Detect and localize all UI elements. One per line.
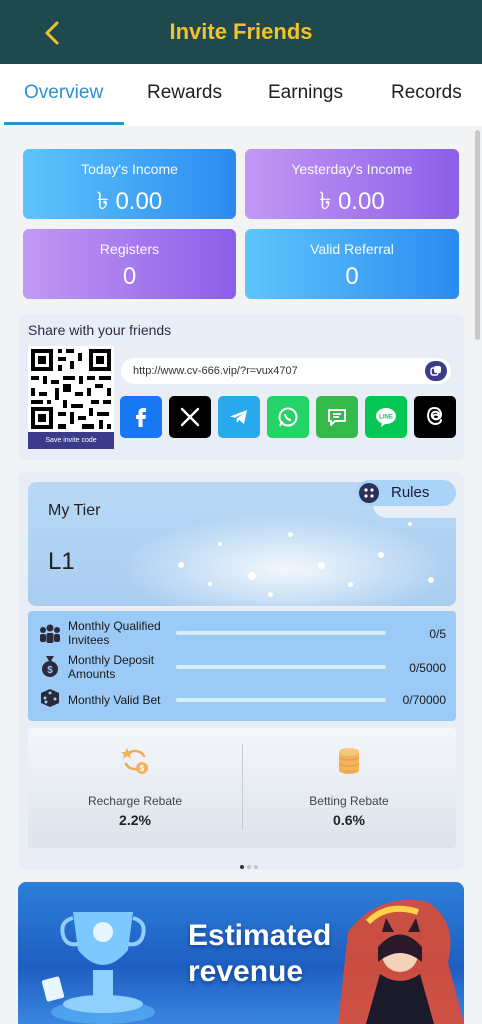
tab-earnings[interactable]: Earnings (268, 82, 343, 104)
share-title: Share with your friends (28, 322, 172, 338)
requirement-value: 0/70000 (402, 693, 446, 707)
sparkle (248, 572, 256, 580)
x-icon (180, 407, 200, 427)
share-panel: Share with your friends Save invite code… (18, 314, 464, 460)
sparkle (408, 522, 412, 526)
sparkle (218, 542, 222, 546)
threads-icon (427, 407, 443, 426)
share-facebook-button[interactable] (120, 396, 162, 438)
rules-button[interactable]: Rules (356, 480, 456, 506)
requirement-value: 0/5 (429, 627, 446, 641)
requirement-label: Monthly Valid Bet (68, 693, 161, 707)
requirement-row: Monthly Valid Bet 0/70000 (28, 685, 456, 717)
copy-link-button[interactable] (425, 361, 447, 381)
tab-bar: Overview Rewards Earnings Records (0, 64, 482, 126)
requirement-progress-bar (176, 665, 386, 669)
sparkle (288, 532, 293, 537)
telegram-icon (230, 410, 247, 424)
rules-icon (359, 483, 379, 503)
tier-title: My Tier (48, 502, 101, 519)
valid-referral-card: Valid Referral 0 (245, 229, 459, 299)
promo-line-1: Estimated (188, 919, 332, 952)
yesterday-income-card: Yesterday's Income ৳ 0.00 (245, 149, 459, 219)
registers-card: Registers 0 (23, 229, 236, 299)
today-income-card: Today's Income ৳ 0.00 (23, 149, 236, 219)
requirement-row: Monthly Qualified Invitees 0/5 (28, 617, 456, 649)
qr-code-image (28, 346, 114, 432)
pager-dot[interactable] (254, 865, 258, 869)
active-tab-indicator (4, 122, 124, 125)
betting-rebate-label: Betting Rebate (309, 794, 389, 808)
betting-rebate-value: 0.6% (333, 812, 365, 828)
pager-dot-active[interactable] (240, 865, 244, 869)
promo-line-2: revenue (188, 955, 304, 988)
page-title: Invite Friends (169, 19, 313, 44)
facebook-icon (136, 408, 146, 427)
scrollbar[interactable] (475, 130, 480, 340)
sparkle (318, 562, 325, 569)
carousel-pager (240, 856, 261, 874)
sparkle (178, 562, 184, 568)
money-bag-icon: $ (42, 656, 58, 677)
betting-rebate: Betting Rebate 0.6% (242, 728, 456, 848)
sms-icon (328, 409, 346, 426)
recharge-rebate-value: 2.2% (119, 812, 151, 828)
line-icon: LINE (376, 408, 396, 427)
share-sms-button[interactable] (316, 396, 358, 438)
requirement-label: Monthly Deposit Amounts (68, 653, 155, 681)
invite-link-field[interactable]: http://www.cv-666.vip/?r=vux4707 (121, 358, 451, 384)
today-income-value: ৳ 0.00 (96, 188, 163, 215)
invite-link-text: http://www.cv-666.vip/?r=vux4707 (133, 365, 298, 377)
yesterday-income-label: Yesterday's Income (291, 161, 413, 177)
requirement-progress-bar (176, 631, 386, 635)
qr-code[interactable] (28, 346, 114, 432)
tier-panel: My Tier L1 Rules Monthly Qualified Invit… (18, 472, 464, 870)
dice-icon (41, 689, 59, 707)
trophy-illustration (41, 912, 155, 1024)
share-line-button[interactable]: LINE (365, 396, 407, 438)
copy-icon (430, 366, 441, 376)
whatsapp-icon (278, 407, 298, 427)
yesterday-income-value: ৳ 0.00 (319, 188, 385, 215)
requirement-progress-bar (176, 698, 386, 702)
valid-referral-label: Valid Referral (310, 241, 394, 257)
estimated-revenue-banner[interactable]: Estimated revenue (18, 882, 464, 1024)
requirement-label: Monthly Qualified Invitees (68, 619, 161, 647)
promo-headline: Estimated revenue (188, 918, 331, 990)
tab-records[interactable]: Records (391, 82, 462, 104)
recharge-rebate-label: Recharge Rebate (87, 794, 183, 808)
sparkle (208, 582, 212, 586)
share-telegram-button[interactable] (218, 396, 260, 438)
share-whatsapp-button[interactable] (267, 396, 309, 438)
requirement-value: 0/5000 (409, 661, 446, 675)
save-invite-code-button[interactable]: Save invite code (28, 432, 114, 449)
coin-stack-icon (338, 748, 360, 774)
registers-label: Registers (99, 241, 160, 257)
tier-requirements: Monthly Qualified Invitees 0/5 $ Monthly… (28, 611, 456, 721)
rebate-box: $ Recharge Rebate 2.2% Betting Rebate 0.… (28, 728, 456, 848)
users-icon (40, 624, 60, 643)
tab-overview[interactable]: Overview (24, 82, 103, 104)
pager-dot[interactable] (247, 865, 251, 869)
rules-label: Rules (391, 484, 430, 501)
valid-referral-value: 0 (345, 263, 359, 290)
tier-level: L1 (48, 548, 75, 575)
share-x-button[interactable] (169, 396, 211, 438)
recharge-icon: $ (121, 748, 148, 774)
svg-text:LINE: LINE (379, 415, 393, 421)
sparkle (268, 592, 273, 597)
sparkle (378, 552, 384, 558)
svg-text:$: $ (140, 764, 145, 773)
svg-text:$: $ (47, 665, 53, 676)
app-header: Invite Friends (0, 0, 482, 64)
today-income-label: Today's Income (81, 161, 178, 177)
tab-rewards[interactable]: Rewards (147, 82, 222, 104)
sparkle (428, 577, 434, 583)
character-illustration (338, 900, 464, 1024)
recharge-rebate: $ Recharge Rebate 2.2% (28, 728, 242, 848)
requirement-row: $ Monthly Deposit Amounts 0/5000 (28, 651, 456, 683)
sparkle (348, 582, 353, 587)
share-threads-button[interactable] (414, 396, 456, 438)
registers-value: 0 (122, 263, 137, 290)
